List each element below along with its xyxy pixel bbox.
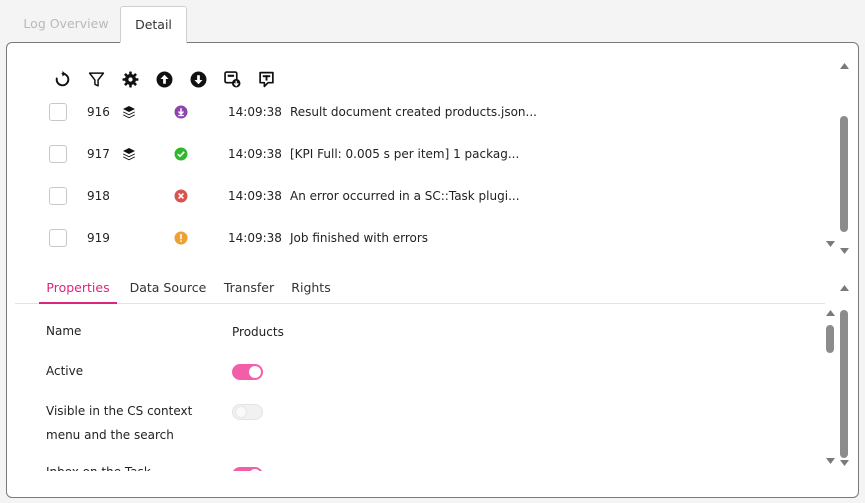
- log-time: 14:09:38: [228, 189, 282, 203]
- visible-context-label: Visible in the CS context: [46, 404, 193, 418]
- scroll-thumb[interactable]: [826, 325, 834, 353]
- log-id: 918: [87, 189, 110, 203]
- settings-button[interactable]: [113, 68, 147, 90]
- scroll-thumb[interactable]: [840, 310, 848, 458]
- arrow-down-circle-icon: [190, 71, 206, 87]
- property-tab-bar: Properties Data Source Transfer Rights: [15, 273, 825, 304]
- scroll-down-arrow[interactable]: [839, 246, 849, 256]
- log-message: Result document created products.json...: [290, 105, 537, 119]
- row-checkbox[interactable]: [49, 103, 67, 121]
- tab-log-overview[interactable]: Log Overview: [14, 6, 118, 43]
- properties-inner-scrollbar[interactable]: [825, 308, 835, 464]
- scroll-down-arrow[interactable]: [825, 456, 835, 466]
- active-label: Active: [46, 364, 84, 378]
- active-toggle[interactable]: [232, 364, 263, 380]
- partial-property-toggle[interactable]: [232, 467, 263, 471]
- tab-detail[interactable]: Detail: [120, 6, 187, 43]
- log-message: Job finished with errors: [290, 231, 429, 245]
- filter-button[interactable]: [79, 68, 113, 90]
- refresh-button[interactable]: [45, 68, 79, 90]
- row-checkbox[interactable]: [49, 145, 67, 163]
- tab-transfer[interactable]: Transfer: [219, 273, 279, 303]
- toolbar: [45, 68, 283, 90]
- log-id: 919: [87, 231, 110, 245]
- scroll-down-arrow[interactable]: [839, 458, 849, 468]
- tab-properties[interactable]: Properties: [39, 273, 117, 304]
- tab-rights[interactable]: Rights: [291, 273, 331, 303]
- log-time: 14:09:38: [228, 231, 282, 245]
- arrow-up-circle-icon: [156, 71, 172, 87]
- detail-panel: 916 14:09:38 Result document created pro…: [6, 42, 859, 498]
- error-status-icon: [174, 189, 188, 203]
- log-row[interactable]: 918 14:09:38 An error occurred in a SC::…: [7, 175, 817, 217]
- visible-context-toggle[interactable]: [232, 404, 263, 420]
- log-list: 916 14:09:38 Result document created pro…: [7, 101, 817, 259]
- warning-status-icon: [174, 231, 188, 245]
- top-tab-bar: Log Overview Detail: [0, 0, 865, 43]
- move-down-button[interactable]: [181, 68, 215, 90]
- row-checkbox[interactable]: [49, 229, 67, 247]
- scroll-thumb[interactable]: [840, 116, 848, 232]
- move-up-button[interactable]: [147, 68, 181, 90]
- log-row[interactable]: 917 14:09:38 [KPI Full: 0.005 s per item…: [7, 133, 817, 175]
- partial-property-label: Inbox on the Task: [46, 460, 151, 471]
- log-list-scrollbar[interactable]: [839, 61, 849, 256]
- download-status-icon: [174, 105, 188, 119]
- log-row[interactable]: 919 14:09:38 Job finished with errors: [7, 217, 817, 259]
- filter-icon: [88, 71, 104, 87]
- log-row[interactable]: 916 14:09:38 Result document created pro…: [7, 101, 817, 133]
- gear-icon: [122, 71, 138, 87]
- log-time: 14:09:38: [228, 147, 282, 161]
- properties-panel: Name Products Active Visible in the CS c…: [7, 305, 817, 471]
- properties-scrollbar[interactable]: [839, 283, 849, 468]
- log-message: An error occurred in a SC::Task plugi...: [290, 189, 520, 203]
- name-label: Name: [46, 324, 82, 338]
- import-icon: [258, 71, 274, 87]
- scroll-up-arrow[interactable]: [839, 283, 849, 293]
- scroll-up-arrow[interactable]: [839, 61, 849, 71]
- scroll-up-arrow[interactable]: [825, 308, 835, 318]
- export-icon: [223, 70, 240, 87]
- row-checkbox[interactable]: [49, 187, 67, 205]
- log-time: 14:09:38: [228, 105, 282, 119]
- log-id: 916: [87, 105, 110, 119]
- success-status-icon: [174, 147, 188, 161]
- log-message: [KPI Full: 0.005 s per item] 1 packag...: [290, 147, 520, 161]
- layers-icon: [123, 106, 135, 119]
- import-button[interactable]: [249, 68, 283, 90]
- refresh-icon: [55, 70, 69, 86]
- scroll-down-arrow[interactable]: [825, 239, 835, 249]
- log-list-inner-scroll[interactable]: [825, 239, 835, 251]
- log-id: 917: [87, 147, 110, 161]
- export-button[interactable]: [215, 68, 249, 90]
- visible-context-label-line2: menu and the search: [46, 428, 174, 442]
- layers-icon: [123, 148, 135, 161]
- name-value: Products: [232, 325, 284, 339]
- tab-data-source[interactable]: Data Source: [125, 273, 211, 303]
